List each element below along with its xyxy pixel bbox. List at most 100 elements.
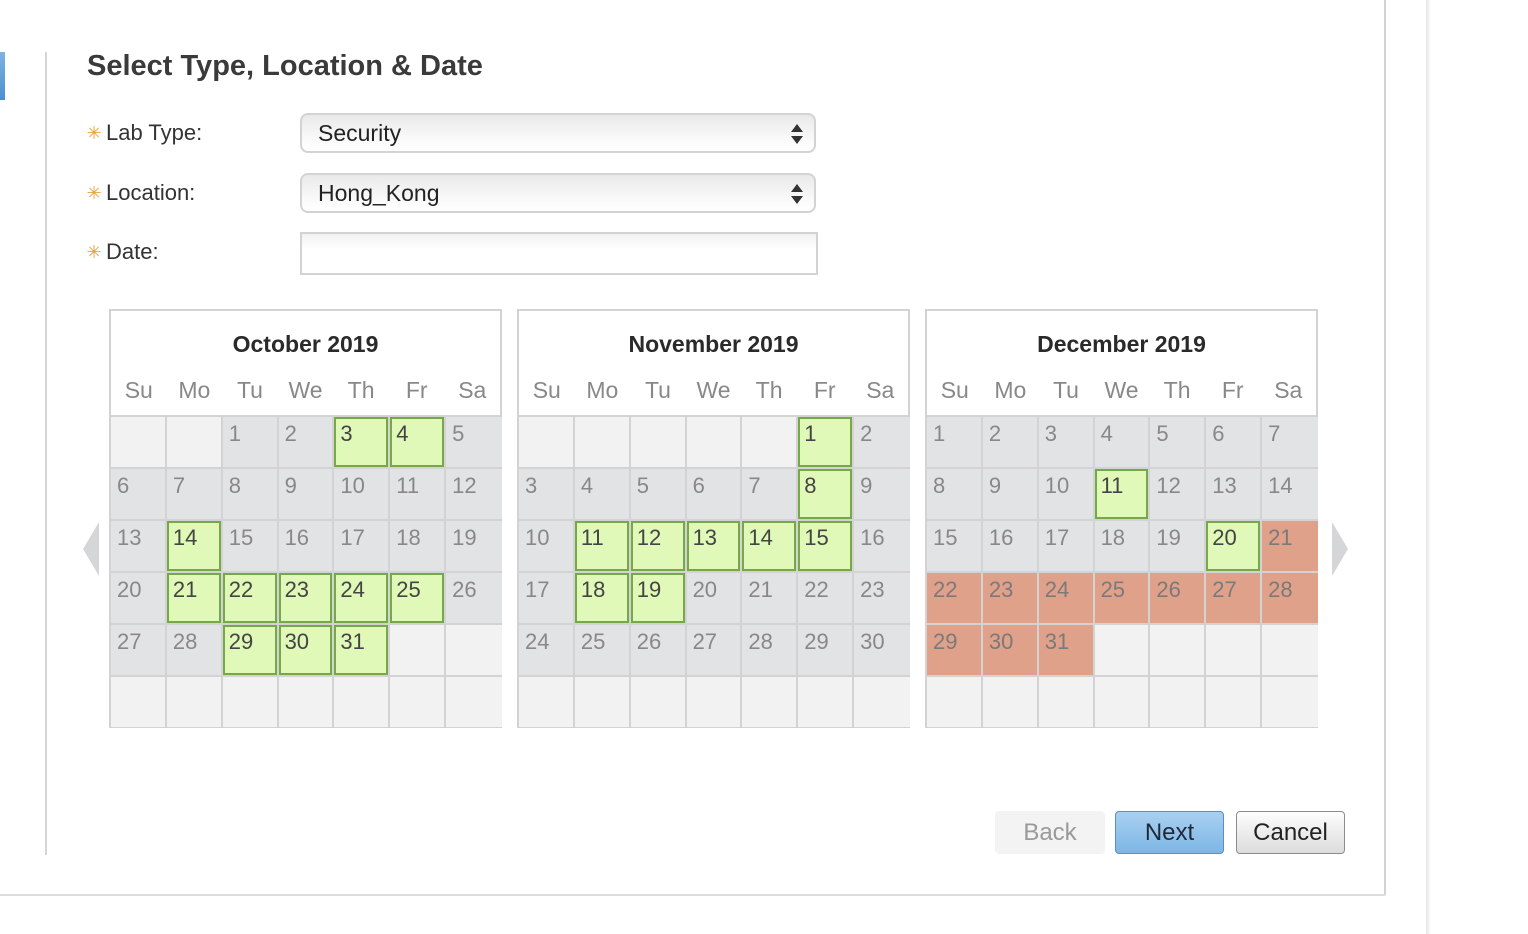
calendar-day-available[interactable]: 15 bbox=[798, 519, 855, 571]
lab-type-value: Security bbox=[318, 119, 402, 146]
calendar-day-unavailable: 18 bbox=[390, 519, 447, 571]
calendar-empty-cell bbox=[390, 675, 447, 727]
asterisk-icon: ✳ bbox=[86, 241, 102, 262]
calendar-day-available[interactable]: 25 bbox=[390, 571, 447, 623]
calendar-day-unavailable: 17 bbox=[334, 519, 391, 571]
weekday-label: Su bbox=[532, 377, 561, 403]
calendar-day-unavailable: 5 bbox=[446, 415, 502, 467]
calendar-day-unavailable: 7 bbox=[166, 467, 223, 519]
back-button[interactable]: Back bbox=[995, 811, 1105, 854]
calendar-day-unavailable: 6 bbox=[686, 467, 743, 519]
calendar-day-unavailable: 7 bbox=[742, 467, 799, 519]
calendar-empty-cell bbox=[166, 415, 223, 467]
next-button[interactable]: Next bbox=[1115, 811, 1224, 854]
calendar-day-available[interactable]: 8 bbox=[798, 467, 855, 519]
calendar-day-available[interactable]: 22 bbox=[222, 571, 279, 623]
weekday-label: Tu bbox=[644, 377, 671, 403]
location-label: Location: bbox=[106, 180, 196, 205]
calendar-day-unavailable: 15 bbox=[222, 519, 279, 571]
calendar-day-unavailable: 10 bbox=[519, 519, 575, 571]
calendar-day-unavailable: 24 bbox=[519, 623, 575, 675]
calendar-day-unavailable: 3 bbox=[1038, 415, 1095, 467]
calendar-day-unavailable: 22 bbox=[798, 571, 855, 623]
calendar-day-available[interactable]: 24 bbox=[334, 571, 391, 623]
calendar-day-available[interactable]: 11 bbox=[574, 519, 631, 571]
weekday-label: Th bbox=[347, 377, 375, 403]
calendar-empty-cell bbox=[519, 675, 575, 727]
calendar-day-available[interactable]: 1 bbox=[798, 415, 855, 467]
calendar-empty-cell bbox=[278, 675, 335, 727]
calendar-day-blocked: 30 bbox=[982, 623, 1039, 675]
date-input[interactable] bbox=[300, 232, 818, 275]
calendar-day-unavailable: 10 bbox=[334, 467, 391, 519]
weekday-label: Th bbox=[1163, 377, 1191, 403]
calendar-empty-cell bbox=[798, 675, 855, 727]
calendar-day-unavailable: 5 bbox=[1150, 415, 1207, 467]
calendar-day-available[interactable]: 20 bbox=[1206, 519, 1263, 571]
calendar-grid: 1 2 3 4 5 6 7 8 9 10 11 12 13 14 15 16 17 18 19 20 21 22 23 24 2… bbox=[519, 415, 910, 727]
calendar-day-unavailable: 2 bbox=[278, 415, 335, 467]
calendar-day-unavailable: 4 bbox=[574, 467, 631, 519]
calendar-day-available[interactable]: 21 bbox=[166, 571, 223, 623]
calendar-day-available[interactable]: 19 bbox=[630, 571, 687, 623]
calendar-day-blocked: 22 bbox=[927, 571, 983, 623]
calendar-day-available[interactable]: 18 bbox=[574, 571, 631, 623]
calendar-day-available[interactable]: 4 bbox=[390, 415, 447, 467]
cancel-button[interactable]: Cancel bbox=[1236, 811, 1345, 854]
calendar-day-available[interactable]: 23 bbox=[278, 571, 335, 623]
date-label: Date: bbox=[106, 239, 159, 264]
calendar-day-available[interactable]: 29 bbox=[222, 623, 279, 675]
calendar-empty-cell bbox=[1038, 675, 1095, 727]
calendar-empty-cell bbox=[334, 675, 391, 727]
location-row: ✳ Location: bbox=[85, 171, 195, 215]
calendar-month-title: November 2019 bbox=[628, 331, 799, 357]
calendar-day-unavailable: 9 bbox=[854, 467, 910, 519]
chevron-left-icon[interactable] bbox=[83, 522, 99, 576]
calendar-day-unavailable: 17 bbox=[519, 571, 575, 623]
page-title: Select Type, Location & Date bbox=[87, 50, 483, 82]
weekday-label: Sa bbox=[866, 377, 895, 403]
calendar-day-unavailable: 19 bbox=[1150, 519, 1207, 571]
date-row: ✳ Date: bbox=[85, 230, 159, 274]
calendar-empty-cell bbox=[166, 675, 223, 727]
calendar-day-blocked: 27 bbox=[1206, 571, 1263, 623]
calendar-day-available[interactable]: 14 bbox=[742, 519, 799, 571]
calendar-day-unavailable: 26 bbox=[446, 571, 502, 623]
lab-type-select[interactable]: Security bbox=[300, 113, 816, 153]
location-select[interactable]: Hong_Kong bbox=[300, 173, 816, 213]
calendar-empty-cell bbox=[1094, 675, 1151, 727]
calendar-day-unavailable: 2 bbox=[854, 415, 910, 467]
calendar-empty-cell bbox=[574, 675, 631, 727]
calendar-day-unavailable: 16 bbox=[982, 519, 1039, 571]
weekday-header: Su Mo Tu We Th Fr Sa bbox=[519, 377, 908, 404]
weekday-label: Su bbox=[124, 377, 153, 403]
lab-type-row: ✳ Lab Type: bbox=[85, 111, 202, 155]
weekday-label: Th bbox=[755, 377, 783, 403]
asterisk-icon: ✳ bbox=[86, 182, 102, 203]
calendar-month: October 2019 Su Mo Tu We Th Fr Sa 123456… bbox=[109, 309, 502, 728]
location-value: Hong_Kong bbox=[318, 179, 440, 206]
calendar-day-blocked: 29 bbox=[927, 623, 983, 675]
calendar-day-available[interactable]: 30 bbox=[278, 623, 335, 675]
calendar-day-unavailable: 9 bbox=[982, 467, 1039, 519]
calendar-day-unavailable: 7 bbox=[1262, 415, 1318, 467]
left-accent-bar bbox=[0, 52, 5, 100]
calendar-day-unavailable: 27 bbox=[686, 623, 743, 675]
weekday-label: Mo bbox=[178, 377, 211, 403]
calendar-day-unavailable: 10 bbox=[1038, 467, 1095, 519]
chevron-right-icon[interactable] bbox=[1332, 522, 1348, 576]
calendar-empty-cell bbox=[1206, 675, 1263, 727]
calendar-day-available[interactable]: 13 bbox=[686, 519, 743, 571]
calendar-day-available[interactable]: 3 bbox=[334, 415, 391, 467]
calendar-day-unavailable: 23 bbox=[854, 571, 910, 623]
calendar-day-available[interactable]: 14 bbox=[166, 519, 223, 571]
calendar-day-available[interactable]: 12 bbox=[630, 519, 687, 571]
calendar-day-unavailable: 28 bbox=[742, 623, 799, 675]
weekday-label: Fr bbox=[813, 377, 836, 403]
calendar-day-available[interactable]: 31 bbox=[334, 623, 391, 675]
calendar-day-available[interactable]: 11 bbox=[1094, 467, 1151, 519]
calendar-empty-cell bbox=[742, 675, 799, 727]
calendar-empty-cell bbox=[446, 675, 502, 727]
calendar-day-unavailable: 25 bbox=[574, 623, 631, 675]
calendar-day-unavailable: 13 bbox=[1206, 467, 1263, 519]
